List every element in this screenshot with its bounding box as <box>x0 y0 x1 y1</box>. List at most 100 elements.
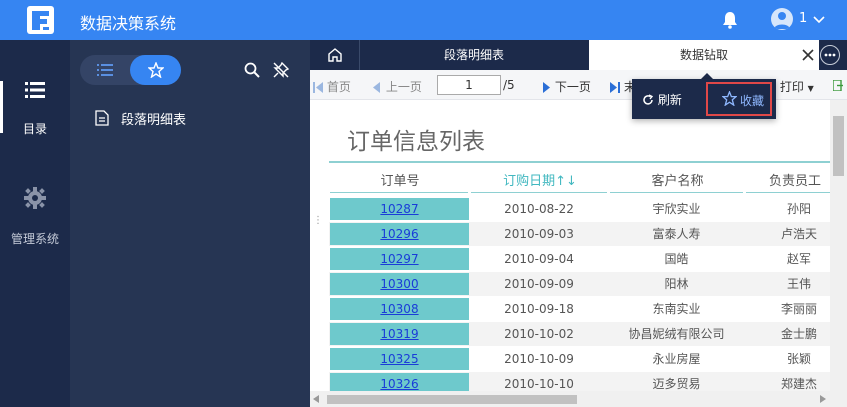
list-icon <box>97 64 113 76</box>
top-header: 数据决策系统 1 <box>0 0 847 40</box>
header-underline <box>330 192 468 193</box>
table-row: 10297 2010-09-04 国皓 赵军 <box>329 247 831 271</box>
order-date-cell: 2010-08-22 <box>504 202 574 216</box>
order-date-cell: 2010-10-02 <box>504 327 574 341</box>
scroll-right-icon[interactable] <box>820 395 826 403</box>
report-area: 首页 上一页 1 /5 下一页 末 打印 ▼ 订单信息列表 订单号 订购日期↑↓… <box>310 70 847 407</box>
order-id-link[interactable]: 10287 <box>330 198 469 220</box>
left-rail: 目录 管理系统 <box>0 40 70 407</box>
order-id-link[interactable]: 10300 <box>330 273 469 295</box>
search-icon[interactable] <box>244 62 260 78</box>
page-number-input[interactable]: 1 <box>437 75 501 95</box>
home-tab[interactable] <box>310 40 360 70</box>
home-icon <box>328 48 342 62</box>
next-page-label: 下一页 <box>554 80 591 94</box>
first-page-label: 首页 <box>326 80 351 94</box>
next-page-icon <box>543 82 550 93</box>
chevron-down-icon[interactable] <box>813 13 825 25</box>
app-title: 数据决策系统 <box>80 14 177 33</box>
customer-cell: 东南实业 <box>652 302 701 316</box>
customer-cell: 富泰人寿 <box>652 227 701 241</box>
horizontal-scroll-thumb[interactable] <box>327 395 577 404</box>
vertical-scroll-thumb[interactable] <box>833 116 844 176</box>
panel-resize-handle[interactable]: ⋮ <box>313 215 323 229</box>
document-icon <box>95 110 109 126</box>
avatar-icon <box>774 12 790 29</box>
customer-cell: 国皓 <box>664 252 689 266</box>
employee-cell: 张颖 <box>786 352 811 366</box>
favorite-label: 收藏 <box>740 94 765 108</box>
tree-item-report[interactable]: 段落明细表 <box>70 106 310 130</box>
view-toggle <box>80 55 181 85</box>
first-page-button[interactable]: 首页 <box>313 78 351 95</box>
tab-bar: 段落明细表 数据钻取 <box>310 40 847 70</box>
page-total: /5 <box>503 78 515 92</box>
employee-cell: 卢浩天 <box>780 227 817 241</box>
list-icon <box>25 82 45 98</box>
report-title: 订单信息列表 <box>347 129 485 155</box>
bell-icon[interactable] <box>722 11 738 29</box>
order-id-link[interactable]: 10308 <box>330 298 469 320</box>
scroll-left-icon[interactable] <box>313 395 319 403</box>
employee-cell: 孙阳 <box>786 202 811 216</box>
customer-cell: 协昌妮绒有限公司 <box>628 327 725 341</box>
star-icon <box>148 62 164 78</box>
print-label: 打印 <box>779 80 804 94</box>
more-options-button[interactable] <box>820 45 840 65</box>
employee-cell: 赵军 <box>786 252 811 266</box>
table-row: 10287 2010-08-22 宇欣实业 孙阳 <box>329 197 831 221</box>
table-row: 10308 2010-09-18 东南实业 李丽丽 <box>329 297 831 321</box>
table-top-border <box>329 161 831 163</box>
rail-item-label: 目录 <box>22 122 47 136</box>
horizontal-scrollbar[interactable] <box>310 391 847 407</box>
refresh-label: 刷新 <box>657 93 682 107</box>
first-page-icon <box>313 82 323 93</box>
prev-page-icon <box>373 82 380 93</box>
user-count: 1 <box>799 11 808 26</box>
customer-cell: 永业房屋 <box>652 352 701 366</box>
column-header-order-id[interactable]: 订单号 <box>330 170 470 189</box>
prev-page-button[interactable]: 上一页 <box>372 78 422 95</box>
rail-item-directory[interactable]: 目录 <box>0 73 70 173</box>
close-icon[interactable] <box>801 48 815 62</box>
refresh-icon <box>643 94 654 105</box>
header-underline <box>471 192 607 193</box>
table-row: 10319 2010-10-02 协昌妮绒有限公司 金士鹏 <box>329 322 831 346</box>
refresh-menu-item[interactable]: 刷新 <box>642 91 682 108</box>
avatar[interactable] <box>771 8 793 30</box>
employee-cell: 李丽丽 <box>780 302 817 316</box>
employee-cell: 金士鹏 <box>780 327 817 341</box>
rail-item-label: 管理系统 <box>10 232 59 246</box>
prev-page-label: 上一页 <box>385 80 422 94</box>
directory-panel: 段落明细表 <box>70 40 310 407</box>
next-page-button[interactable]: 下一页 <box>541 78 591 95</box>
customer-cell: 宇欣实业 <box>652 202 701 216</box>
order-date-cell: 2010-09-04 <box>504 252 574 266</box>
gear-icon <box>24 187 46 209</box>
column-header-employee[interactable]: 负责员工 <box>750 170 840 189</box>
order-id-link[interactable]: 10297 <box>330 248 469 270</box>
order-id-link[interactable]: 10296 <box>330 223 469 245</box>
rail-item-management[interactable]: 管理系统 <box>0 185 70 285</box>
tab-paragraph-detail[interactable]: 段落明细表 <box>360 40 588 70</box>
list-view-button[interactable] <box>80 55 130 85</box>
order-date-cell: 2010-09-03 <box>504 227 574 241</box>
favorites-view-button[interactable] <box>130 55 181 85</box>
export-button[interactable] <box>833 78 843 92</box>
header-underline <box>746 192 831 193</box>
vertical-scrollbar[interactable] <box>830 100 847 391</box>
tab-data-drill[interactable]: 数据钻取 <box>589 40 819 70</box>
employee-cell: 王伟 <box>786 277 811 291</box>
column-header-customer[interactable]: 客户名称 <box>610 170 745 189</box>
order-id-link[interactable]: 10319 <box>330 323 469 345</box>
column-header-order-date[interactable]: 订购日期↑↓ <box>471 170 609 189</box>
table-row: 10296 2010-09-03 富泰人寿 卢浩天 <box>329 222 831 246</box>
logo-icon[interactable] <box>27 6 54 34</box>
unpin-icon[interactable] <box>273 62 289 78</box>
more-icon <box>824 53 836 57</box>
favorite-menu-item[interactable]: 收藏 <box>706 82 772 116</box>
star-icon <box>722 91 737 106</box>
chevron-down-icon: ▼ <box>807 84 814 93</box>
order-id-link[interactable]: 10325 <box>330 348 469 370</box>
tab-label: 数据钻取 <box>679 48 728 62</box>
